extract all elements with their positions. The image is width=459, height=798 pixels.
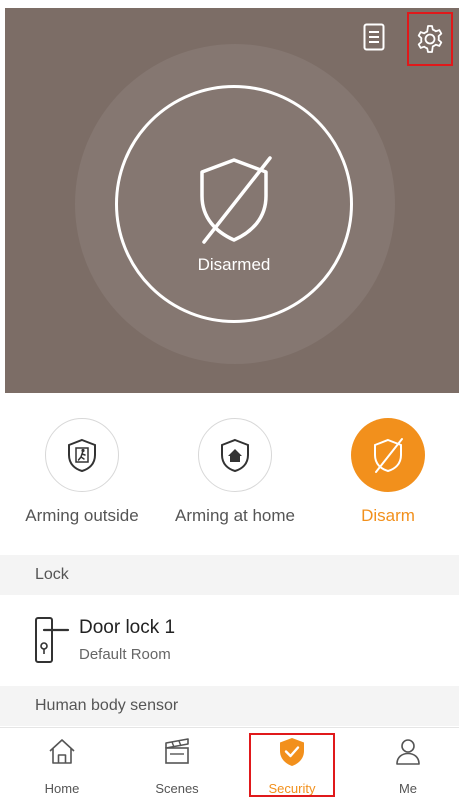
door-lock-icon bbox=[35, 617, 70, 663]
tab-me[interactable]: Me bbox=[358, 728, 458, 798]
mode-label: Disarm bbox=[361, 506, 415, 525]
tab-security-highlight bbox=[249, 733, 335, 797]
shield-slash-icon bbox=[374, 438, 403, 473]
device-name: Door lock 1 bbox=[79, 617, 176, 638]
mode-label: Arming outside bbox=[25, 506, 139, 525]
mode-circle bbox=[198, 418, 272, 492]
mode-disarm[interactable]: Disarm bbox=[318, 418, 458, 526]
shield-slash-icon bbox=[200, 156, 272, 244]
bottom-tab-bar: Home Scenes Security Me bbox=[0, 727, 459, 798]
section-header-lock: Lock bbox=[0, 555, 459, 595]
device-row-door-lock-1[interactable]: Door lock 1 Default Room bbox=[0, 594, 459, 682]
person-exit-shield-icon bbox=[68, 438, 96, 473]
section-header-human-body-sensor: Human body sensor bbox=[0, 686, 459, 726]
tab-home[interactable]: Home bbox=[12, 728, 112, 798]
mode-label: Arming at home bbox=[175, 506, 295, 525]
mode-circle bbox=[45, 418, 119, 492]
person-icon bbox=[396, 739, 420, 765]
home-shield-icon bbox=[221, 438, 249, 473]
clapperboard-icon bbox=[165, 738, 189, 764]
tab-scenes[interactable]: Scenes bbox=[127, 728, 227, 798]
log-button[interactable] bbox=[357, 17, 391, 57]
home-icon bbox=[49, 739, 75, 764]
mode-arming-at-home[interactable]: Arming at home bbox=[165, 418, 305, 526]
device-room: Default Room bbox=[79, 646, 171, 663]
tab-label: Home bbox=[44, 781, 80, 796]
mode-arming-outside[interactable]: Arming outside bbox=[12, 418, 152, 526]
gear-icon bbox=[417, 25, 443, 53]
tab-label: Me bbox=[398, 781, 418, 796]
document-icon bbox=[363, 23, 385, 51]
settings-button[interactable] bbox=[407, 12, 453, 66]
mode-circle bbox=[351, 418, 425, 492]
tab-label: Scenes bbox=[155, 781, 199, 796]
status-label: Disarmed bbox=[197, 255, 271, 274]
